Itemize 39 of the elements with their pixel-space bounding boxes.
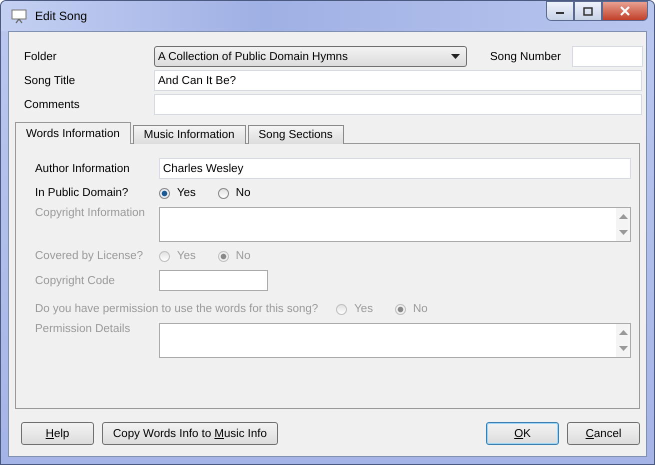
radio-option[interactable]: No <box>218 187 250 199</box>
song-number-field[interactable] <box>572 46 643 67</box>
field-label: Comments <box>24 98 81 110</box>
field-label: In Public Domain? <box>35 187 130 199</box>
text-area[interactable] <box>159 207 631 242</box>
field-label: Author Information <box>35 162 131 174</box>
dialog-button[interactable]: OK <box>486 422 559 445</box>
field-label: Permission Details <box>35 323 132 335</box>
comments-field[interactable] <box>154 94 642 115</box>
field-label: Folder <box>24 50 58 62</box>
field-label: Covered by License? <box>35 250 144 262</box>
minimize-button[interactable] <box>546 1 574 21</box>
close-icon <box>619 6 631 16</box>
tab[interactable]: Song Sections <box>248 125 344 144</box>
scroll-up-icon[interactable] <box>618 214 628 219</box>
text-field[interactable]: Charles Wesley <box>159 158 631 179</box>
song-title-field[interactable]: And Can It Be? <box>154 70 642 91</box>
dialog-button[interactable]: Copy Words Info to Music Info <box>102 422 278 445</box>
scroll-down-icon[interactable] <box>618 346 628 351</box>
window-title: Edit Song <box>35 9 88 23</box>
maximize-button[interactable] <box>574 1 602 21</box>
field-label: Song Number <box>490 50 562 62</box>
field-label: Copyright Code <box>35 274 116 286</box>
scroll-up-icon[interactable] <box>618 330 628 335</box>
dialog-button[interactable]: Help <box>21 422 94 445</box>
tab[interactable]: Words Information <box>15 122 131 144</box>
close-button[interactable] <box>602 1 648 21</box>
field-label: Do you have permission to use the words for this song? <box>35 303 318 315</box>
dropdown-arrow-icon <box>451 54 460 59</box>
folder-dropdown[interactable]: A Collection of Public Domain Hymns <box>154 46 467 67</box>
field-label: Copyright Information <box>35 207 146 219</box>
field-label: Song Title <box>24 74 76 86</box>
scroll-down-icon[interactable] <box>618 230 628 235</box>
text-area[interactable] <box>159 323 631 358</box>
tab[interactable]: Music Information <box>132 125 246 144</box>
maximize-icon <box>583 6 593 16</box>
projector-screen-icon <box>11 8 27 24</box>
dialog-button[interactable]: Cancel <box>567 422 640 445</box>
radio-option[interactable]: Yes <box>159 187 196 199</box>
